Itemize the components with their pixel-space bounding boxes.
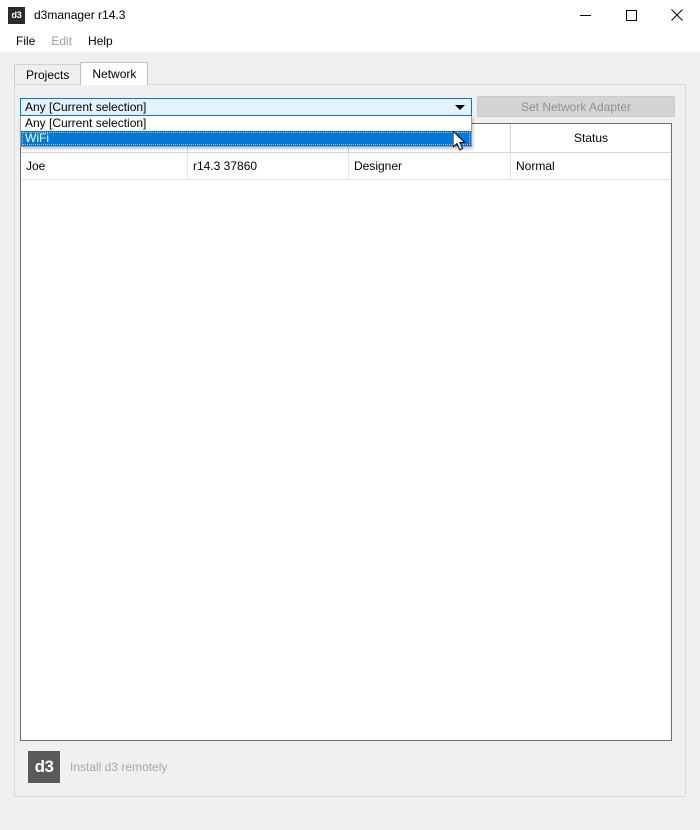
cell-type: Designer — [349, 153, 511, 179]
menu-item-help[interactable]: Help — [80, 32, 121, 50]
cell-version: r14.3 37860 — [188, 153, 349, 179]
minimize-button[interactable] — [562, 0, 608, 30]
network-adapter-dropdown-list: Any [Current selection] WiFi — [20, 116, 472, 147]
chevron-down-icon[interactable] — [449, 104, 471, 110]
maximize-button[interactable] — [608, 0, 654, 30]
network-adapter-combobox[interactable]: Any [Current selection] — [20, 98, 472, 116]
install-remotely-action[interactable]: d3 Install d3 remotely — [28, 751, 167, 783]
window-controls — [562, 0, 700, 30]
install-remotely-label: Install d3 remotely — [70, 760, 168, 774]
app-icon: d3 — [8, 6, 25, 24]
cell-status: Normal — [516, 159, 555, 173]
set-network-adapter-button: Set Network Adapter — [477, 96, 675, 117]
network-clients-table: Status Joe r14.3 37860 Designer Normal — [20, 123, 672, 741]
tab-strip: Projects Network — [14, 62, 686, 85]
table-header-status[interactable]: Status — [511, 124, 671, 152]
network-adapter-combobox-value: Any [Current selection] — [25, 100, 147, 114]
d3-logo-icon: d3 — [28, 751, 60, 783]
window-title: d3manager r14.3 — [34, 8, 126, 22]
title-bar: d3 d3manager r14.3 — [0, 0, 700, 30]
menu-item-edit: Edit — [51, 34, 73, 48]
menu-bar: File Edit Help — [0, 30, 700, 52]
tab-projects[interactable]: Projects — [14, 64, 82, 85]
table-row[interactable]: Joe r14.3 37860 Designer Normal — [21, 153, 671, 180]
dropdown-option-any[interactable]: Any [Current selection] — [21, 116, 471, 131]
dropdown-option-wifi[interactable]: WiFi — [21, 131, 471, 146]
close-button[interactable] — [654, 0, 700, 30]
cell-name: Joe — [21, 153, 188, 179]
menu-item-file[interactable]: File — [8, 32, 43, 50]
tab-network[interactable]: Network — [80, 62, 149, 85]
